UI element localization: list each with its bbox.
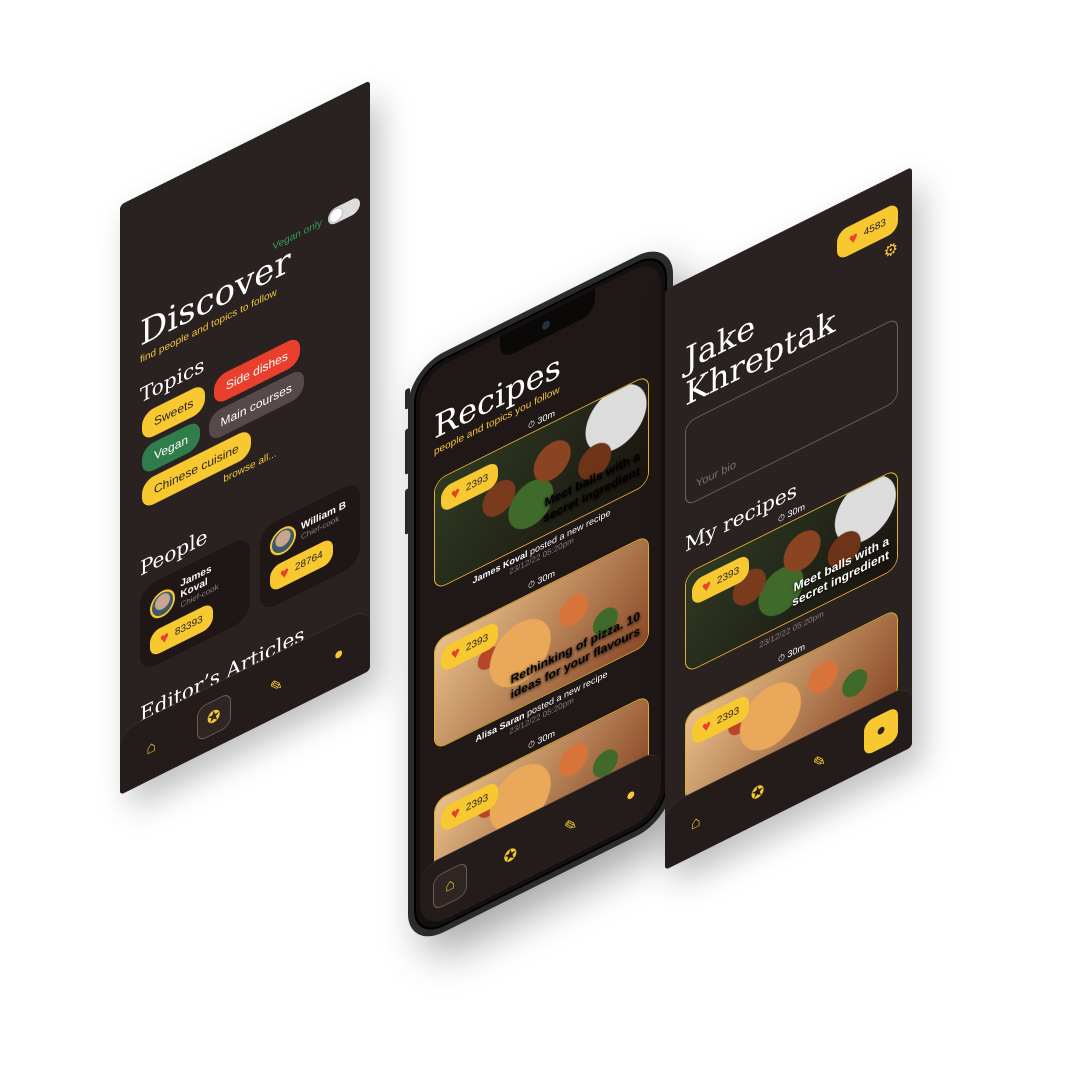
heart-icon: ♥	[160, 627, 169, 650]
avatar	[150, 583, 176, 623]
gear-icon[interactable]: ⚙	[884, 237, 898, 264]
heart-icon: ♥	[451, 483, 460, 505]
home-icon: ⌂	[691, 811, 701, 834]
user-icon: ●	[626, 783, 636, 806]
nav-write[interactable]: ✎	[802, 736, 836, 787]
compass-icon: ✪	[503, 844, 518, 868]
nav-discover[interactable]: ✪	[493, 830, 527, 881]
bio-placeholder: Your bio	[696, 458, 736, 491]
pencil-icon: ✎	[563, 814, 578, 838]
likes-count: 28764	[294, 548, 323, 574]
nav-home[interactable]: ⌂	[679, 798, 713, 849]
nav-profile[interactable]: ●	[322, 629, 356, 680]
nav-discover[interactable]: ✪	[196, 691, 231, 743]
phone-frame: Recipes people and topics you follow ⏱ 3…	[408, 237, 673, 951]
likes-count: 2393	[465, 472, 489, 495]
heart-icon: ♥	[280, 562, 289, 585]
home-icon: ⌂	[445, 874, 455, 896]
nav-write[interactable]: ✎	[554, 800, 588, 851]
user-icon: ●	[876, 719, 886, 742]
profile-screen: ♥ 4583 Jake Khreptak ⚙ Your bio My recipe…	[665, 166, 912, 870]
avatar	[270, 521, 296, 561]
recipes-screen: Recipes people and topics you follow ⏱ 3…	[420, 255, 661, 933]
home-icon: ⌂	[146, 736, 157, 759]
heart-icon: ♥	[451, 803, 460, 825]
heart-icon: ♥	[702, 716, 711, 738]
user-icon: ●	[333, 643, 344, 665]
nav-discover[interactable]: ✪	[741, 767, 775, 818]
heart-icon: ♥	[702, 576, 711, 598]
nav-write[interactable]: ✎	[259, 660, 293, 711]
likes-count: 83393	[174, 613, 203, 639]
likes-count: 2393	[716, 705, 740, 728]
pencil-icon: ✎	[269, 674, 283, 698]
compass-icon: ✪	[207, 705, 221, 730]
nav-profile[interactable]: ●	[864, 705, 899, 757]
camera-icon	[542, 319, 550, 332]
compass-icon: ✪	[750, 780, 765, 805]
pencil-icon: ✎	[812, 750, 827, 774]
likes-count: 2393	[465, 632, 489, 655]
nav-home[interactable]: ⌂	[433, 860, 468, 911]
discover-screen: Vegan only Discover find people and topi…	[120, 80, 370, 795]
likes-count: 2393	[465, 792, 489, 815]
mockup-scene: Vegan only Discover find people and topi…	[0, 0, 1080, 1080]
heart-icon: ♥	[451, 643, 460, 665]
heart-icon: ♥	[848, 227, 858, 250]
likes-count: 2393	[716, 565, 740, 588]
nav-home[interactable]: ⌂	[134, 722, 168, 773]
nav-profile[interactable]: ●	[614, 770, 648, 821]
likes-count: 4583	[863, 216, 886, 239]
